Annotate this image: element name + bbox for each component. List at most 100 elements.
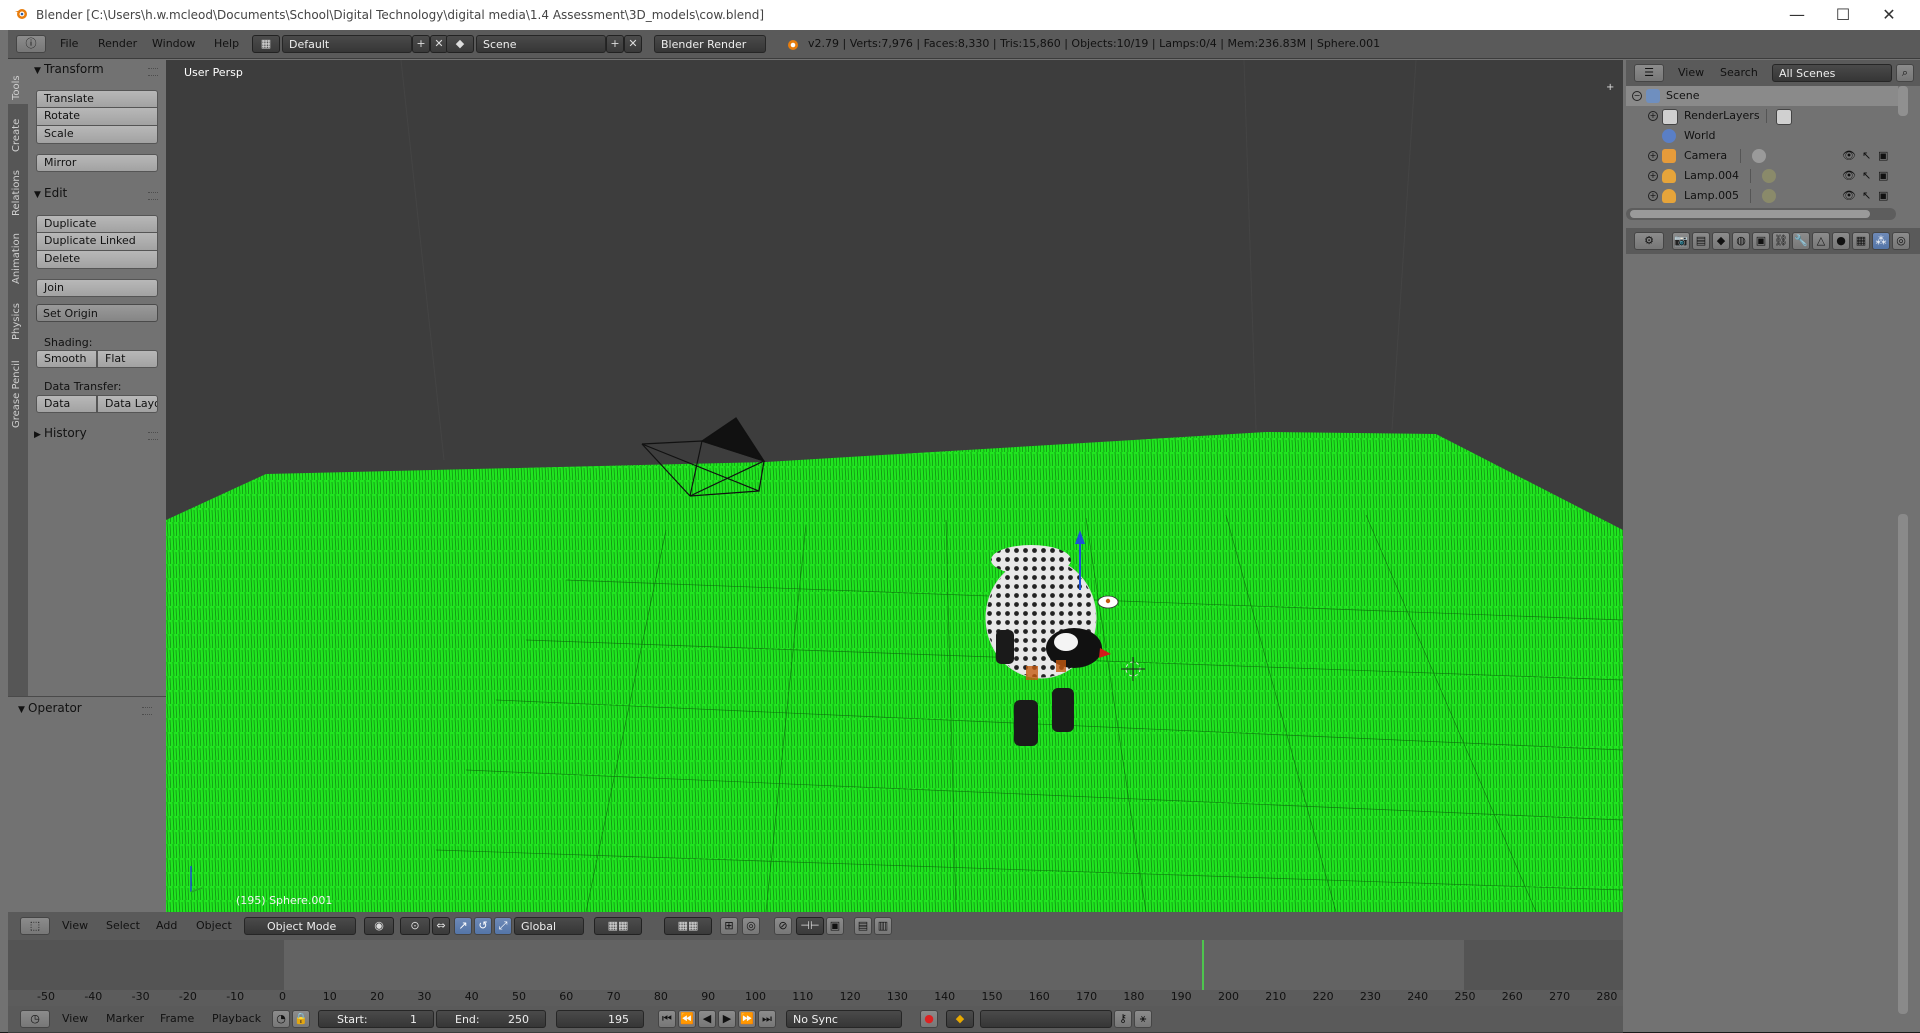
data-tab-icon[interactable]: △: [1812, 232, 1830, 250]
sync-mode-select[interactable]: No Sync: [786, 1010, 902, 1028]
delete-button[interactable]: Delete: [36, 251, 158, 269]
world-tab-icon[interactable]: ◍: [1732, 232, 1750, 250]
record-icon[interactable]: ●: [920, 1010, 938, 1028]
add-scene-icon[interactable]: +: [606, 35, 624, 53]
constraints-tab-icon[interactable]: ⛓: [1772, 232, 1790, 250]
data-button[interactable]: Data: [36, 395, 97, 413]
outliner-item-lamp004[interactable]: + Lamp.004 👁 ↖ ▣: [1626, 166, 1898, 186]
render-engine-select[interactable]: Blender Render: [654, 35, 766, 53]
timeline-area[interactable]: -50 -40 -30 -20 -10 0 10 20 30 40 50 60 70 80 90 100 110…: [8, 940, 1623, 1006]
keying-set-field[interactable]: [980, 1010, 1112, 1028]
panel-edit-header[interactable]: ▼ Edit: [34, 186, 67, 200]
screen-layout-select[interactable]: Default: [282, 35, 412, 53]
editor-type-timeline-icon[interactable]: ◷: [20, 1010, 50, 1028]
expand-icon[interactable]: +: [1648, 171, 1658, 181]
duplicate-linked-button[interactable]: Duplicate Linked: [36, 233, 158, 251]
clock-icon[interactable]: ◔: [272, 1010, 290, 1028]
particles-tab-icon[interactable]: ⁂: [1872, 232, 1890, 250]
duplicate-button[interactable]: Duplicate: [36, 215, 158, 233]
next-keyframe-icon[interactable]: ⏩: [738, 1010, 756, 1028]
proportional-edit-icon[interactable]: ◎: [742, 917, 760, 935]
layers-grid-1-icon[interactable]: ▦▦: [594, 917, 642, 935]
lock-layers-icon[interactable]: ⊞: [720, 917, 738, 935]
tab-create[interactable]: Create: [8, 106, 28, 156]
screen-layout-icon[interactable]: ▦: [252, 35, 280, 53]
mirror-button[interactable]: Mirror: [36, 154, 158, 172]
current-frame-field[interactable]: 195: [556, 1010, 644, 1028]
viewport-scene[interactable]: [166, 60, 1623, 912]
maximize-button[interactable]: ☐: [1820, 0, 1866, 30]
opengl-render-icon[interactable]: ▤: [854, 917, 872, 935]
tab-relations[interactable]: Relations: [8, 158, 28, 218]
menu-select[interactable]: Select: [106, 912, 140, 940]
outliner-item-renderlayers[interactable]: + RenderLayers: [1626, 106, 1898, 126]
set-origin-select[interactable]: Set Origin: [36, 304, 158, 322]
snap-element-icon[interactable]: ⊣⊢: [796, 917, 824, 935]
menu-search[interactable]: Search: [1720, 59, 1758, 87]
panel-operator-header[interactable]: ▼ Operator: [18, 701, 82, 715]
join-button[interactable]: Join: [36, 279, 158, 297]
panel-grip-icon[interactable]: [148, 192, 158, 200]
menu-add[interactable]: Add: [156, 912, 177, 940]
panel-grip-icon[interactable]: [148, 432, 158, 440]
outliner-item-camera[interactable]: + Camera 👁 ↖ ▣: [1626, 146, 1898, 166]
menu-object[interactable]: Object: [196, 912, 232, 940]
eye-icon[interactable]: 👁: [1842, 146, 1856, 166]
smooth-button[interactable]: Smooth: [36, 350, 97, 368]
opengl-anim-icon[interactable]: ▥: [874, 917, 892, 935]
menu-marker[interactable]: Marker: [106, 1005, 144, 1033]
menu-file[interactable]: File: [60, 30, 78, 58]
layers-grid-2-icon[interactable]: ▦▦: [664, 917, 712, 935]
outliner-item-scene[interactable]: − Scene: [1626, 86, 1898, 106]
menu-help[interactable]: Help: [214, 30, 239, 58]
outliner-display-select[interactable]: All Scenes: [1772, 64, 1892, 82]
scale-manipulator-icon[interactable]: ⤢: [494, 917, 512, 935]
cursor-select-icon[interactable]: ↖: [1862, 186, 1871, 206]
cursor-select-icon[interactable]: ↖: [1862, 166, 1871, 186]
viewport-shading-icon[interactable]: ◉: [364, 917, 394, 935]
menu-window[interactable]: Window: [152, 30, 195, 58]
start-frame-field[interactable]: Start: 1: [318, 1010, 434, 1028]
menu-render[interactable]: Render: [98, 30, 137, 58]
close-window-button[interactable]: ✕: [1866, 0, 1912, 30]
end-frame-field[interactable]: End: 250: [436, 1010, 546, 1028]
minimize-button[interactable]: —: [1774, 0, 1820, 30]
editor-type-outliner-icon[interactable]: ☰: [1634, 64, 1664, 82]
corner-plus-icon[interactable]: +: [1606, 82, 1616, 93]
modifiers-tab-icon[interactable]: 🔧: [1792, 232, 1810, 250]
prev-keyframe-icon[interactable]: ⏪: [678, 1010, 696, 1028]
outliner-item-lamp005[interactable]: + Lamp.005 👁 ↖ ▣: [1626, 186, 1898, 206]
object-tab-icon[interactable]: ▣: [1752, 232, 1770, 250]
panel-transform-header[interactable]: ▼ Transform: [34, 62, 104, 76]
editor-type-icon[interactable]: ⓘ: [16, 35, 46, 53]
tab-grease-pencil[interactable]: Grease Pencil: [8, 344, 28, 430]
outliner-scrollbar[interactable]: [1898, 86, 1908, 116]
properties-scrollbar[interactable]: [1898, 514, 1908, 1014]
render-toggle-icon[interactable]: ▣: [1878, 186, 1888, 206]
menu-view[interactable]: View: [62, 912, 88, 940]
transform-orientation-select[interactable]: Global: [514, 917, 584, 935]
mode-select[interactable]: Object Mode: [244, 917, 356, 935]
play-reverse-icon[interactable]: ◀: [698, 1010, 716, 1028]
expand-icon[interactable]: +: [1648, 191, 1658, 201]
tab-tools[interactable]: Tools: [8, 60, 28, 104]
panel-grip-icon[interactable]: [142, 707, 152, 715]
manipulator-toggle-icon[interactable]: ⇔: [432, 917, 450, 935]
eye-icon[interactable]: 👁: [1842, 166, 1856, 186]
menu-frame[interactable]: Frame: [160, 1005, 194, 1033]
editor-type-3d-icon[interactable]: ⬚: [20, 917, 50, 935]
rotate-button[interactable]: Rotate: [36, 108, 158, 126]
expand-icon[interactable]: +: [1648, 111, 1658, 121]
editor-type-properties-icon[interactable]: ⚙: [1634, 232, 1664, 250]
scene-tab-icon[interactable]: ◆: [1712, 232, 1730, 250]
translate-manipulator-icon[interactable]: ↗: [454, 917, 472, 935]
rotate-manipulator-icon[interactable]: ↺: [474, 917, 492, 935]
cursor-select-icon[interactable]: ↖: [1862, 146, 1871, 166]
jump-end-icon[interactable]: ⏭: [758, 1010, 776, 1028]
insert-keyframe-icon[interactable]: ⚷: [1114, 1010, 1132, 1028]
outliner-hscrollbar[interactable]: [1626, 208, 1896, 220]
menu-view[interactable]: View: [1678, 59, 1704, 87]
delete-keyframe-icon[interactable]: ⚹: [1134, 1010, 1152, 1028]
scale-button[interactable]: Scale: [36, 126, 158, 144]
add-layout-icon[interactable]: +: [412, 35, 430, 53]
